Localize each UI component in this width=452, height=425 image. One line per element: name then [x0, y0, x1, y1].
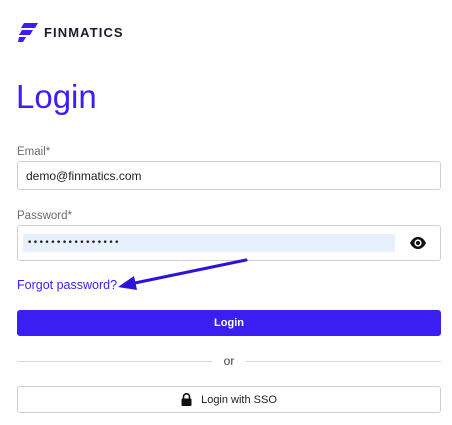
email-input[interactable] [26, 162, 426, 189]
email-label: Email* [17, 145, 50, 159]
arrow-icon [118, 258, 248, 290]
divider-line-right [246, 361, 441, 362]
finmatics-logo-icon [18, 23, 38, 42]
login-button[interactable]: Login [17, 310, 441, 336]
lock-icon [181, 393, 192, 406]
forgot-password-link[interactable]: Forgot password? [17, 278, 117, 292]
sso-button-label: Login with SSO [201, 393, 277, 406]
page-title: Login [16, 78, 97, 115]
login-page: FINMATICS Login Email* Password* Forgot … [0, 0, 452, 425]
login-with-sso-button[interactable]: Login with SSO [17, 386, 441, 413]
email-field[interactable] [17, 161, 441, 190]
password-label-text: Password [17, 210, 68, 222]
password-label: Password* [17, 209, 72, 223]
brand-name: FINMATICS [44, 25, 124, 40]
eye-icon[interactable] [409, 236, 427, 250]
password-input[interactable] [23, 234, 395, 252]
password-required-mark: * [67, 210, 72, 222]
divider: or [17, 354, 441, 370]
email-label-text: Email [17, 146, 46, 158]
brand: FINMATICS [18, 23, 124, 42]
email-required-mark: * [45, 146, 51, 158]
